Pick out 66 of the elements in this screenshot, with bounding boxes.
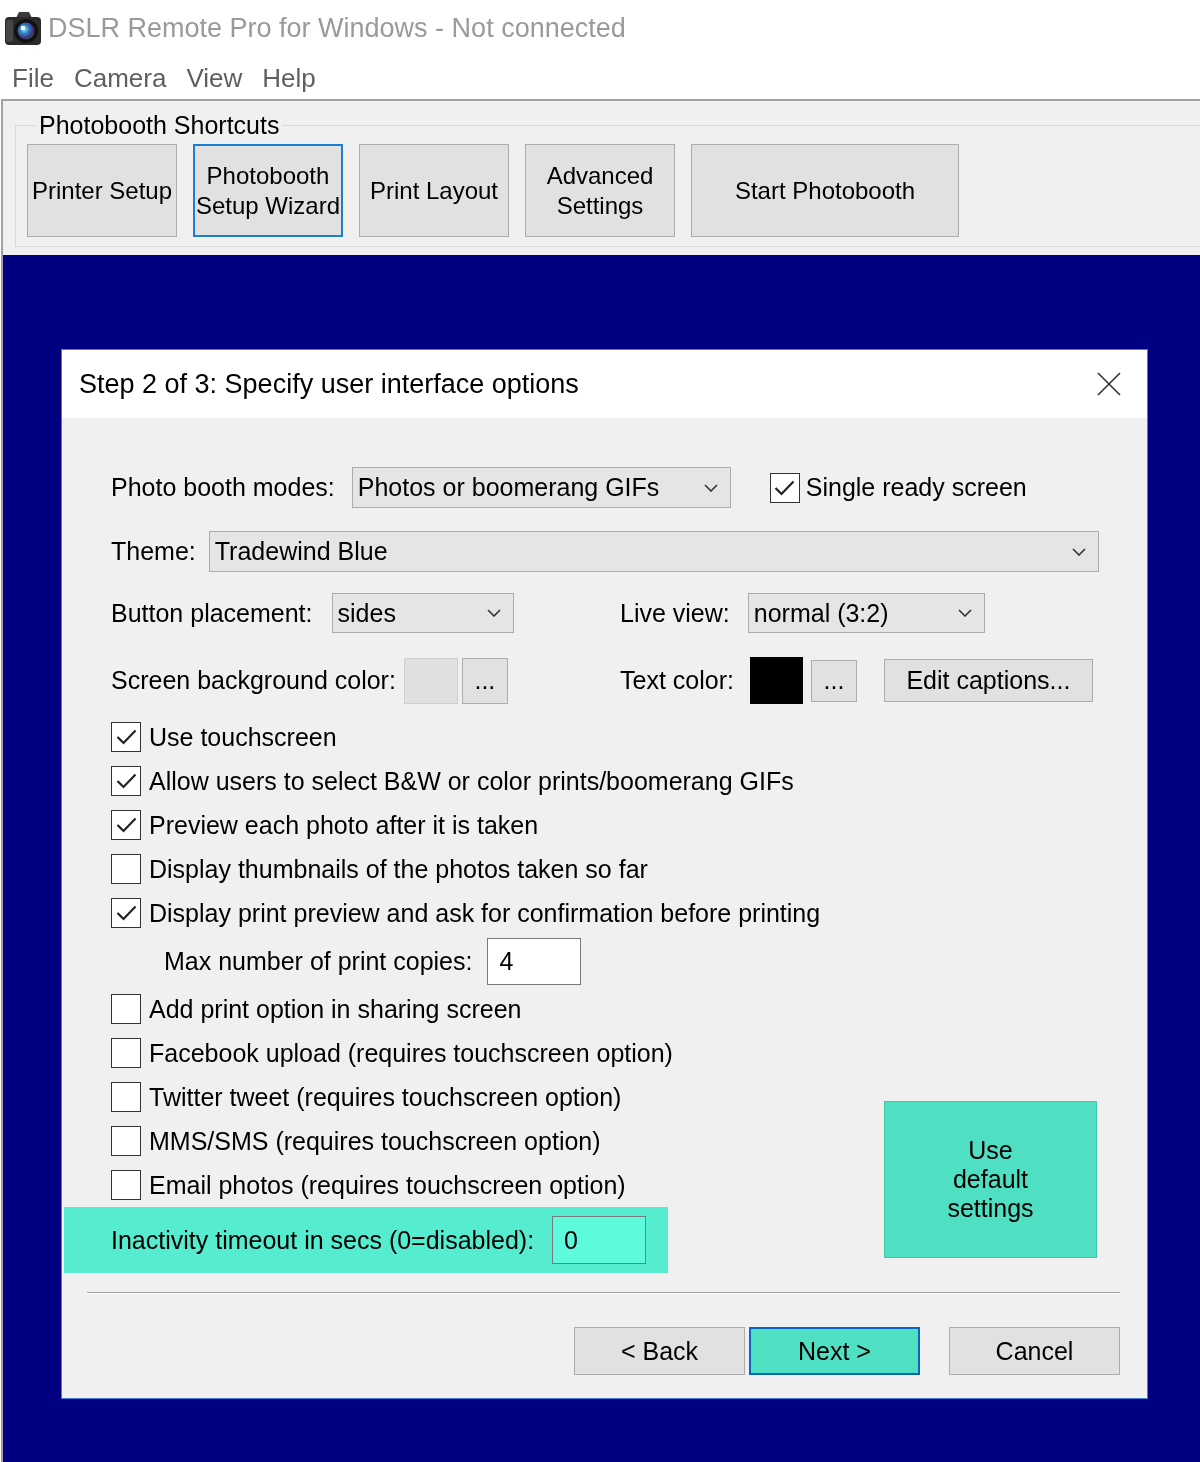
menu-item[interactable]: View: [176, 64, 253, 91]
shortcut-button[interactable]: Printer Setup: [27, 144, 177, 237]
checkbox[interactable]: [769, 472, 800, 503]
number-field[interactable]: 0: [552, 1216, 647, 1264]
edit-captions-button[interactable]: Edit captions...: [883, 659, 1093, 702]
menu-item[interactable]: Camera: [63, 64, 177, 91]
checkbox-label: Allow users to select B&W or color prints/boomerang GIFs: [149, 768, 794, 794]
field-label: Text color:: [620, 668, 734, 693]
checkbox-label: MMS/SMS (requires touchscreen option): [149, 1128, 601, 1154]
dialog-button[interactable]: Next >: [749, 1327, 920, 1375]
chevron-icon: [703, 483, 718, 492]
chevron-icon: [486, 609, 501, 617]
checkbox-label: Email photos (requires touchscreen option): [149, 1172, 626, 1198]
check-icon: [115, 729, 137, 745]
menu-item[interactable]: File: [2, 64, 64, 91]
close-icon[interactable]: [1097, 372, 1121, 396]
default-settings-button[interactable]: Use default settings: [884, 1101, 1097, 1258]
checkbox-label: Display thumbnails of the photos taken so far: [149, 856, 648, 882]
field-label: Screen background color:: [111, 668, 396, 693]
field-label: Photo booth modes:: [111, 475, 335, 500]
checkbox[interactable]: [111, 722, 141, 752]
field-label: Max number of print copies:: [164, 948, 473, 974]
checkbox[interactable]: [111, 1126, 141, 1156]
checkbox-label: Single ready screen: [805, 475, 1027, 500]
field-label: Inactivity timeout in secs (0=disabled):: [111, 1227, 535, 1253]
checkbox-label: Display print preview and ask for confirmation before printing: [149, 900, 821, 926]
chevron-icon: [957, 609, 972, 617]
field-label: Live view:: [620, 600, 730, 626]
window-title: DSLR Remote Pro for Windows - Not connected: [48, 14, 626, 42]
dropdown[interactable]: normal (3:2): [747, 593, 985, 633]
browse-button[interactable]: ...: [461, 657, 508, 704]
checkbox[interactable]: [111, 994, 141, 1024]
dialog-title: Step 2 of 3: Specify user interface options: [79, 370, 579, 398]
check-icon: [774, 479, 796, 496]
checkbox[interactable]: [111, 854, 141, 884]
dialog-button[interactable]: Cancel: [949, 1327, 1120, 1375]
checkbox-label: Preview each photo after it is taken: [149, 812, 539, 838]
field-label: Theme:: [111, 539, 196, 564]
shortcut-button[interactable]: Photobooth Setup Wizard: [193, 144, 343, 237]
checkbox[interactable]: [111, 766, 141, 796]
checkbox-label: Use touchscreen: [149, 724, 337, 750]
checkbox[interactable]: [111, 1170, 141, 1200]
dropdown[interactable]: Tradewind Blue: [208, 531, 1099, 572]
number-field[interactable]: 4: [487, 937, 582, 985]
check-icon: [115, 773, 137, 789]
checkbox[interactable]: [111, 1082, 141, 1112]
group-label: Photobooth Shortcuts: [38, 113, 281, 138]
shortcut-button[interactable]: Advanced Settings: [525, 144, 675, 237]
dropdown[interactable]: sides: [331, 593, 514, 633]
checkbox-label: Add print option in sharing screen: [149, 996, 522, 1022]
check-icon: [115, 905, 137, 921]
checkbox[interactable]: [111, 1038, 141, 1068]
dropdown[interactable]: Photos or boomerang GIFs: [351, 467, 731, 508]
menu-item[interactable]: Help: [252, 64, 326, 91]
field-label: Button placement:: [111, 600, 313, 626]
checkbox-label: Twitter tweet (requires touchscreen option): [149, 1084, 622, 1110]
checkbox[interactable]: [111, 810, 141, 840]
checkbox-label: Facebook upload (requires touchscreen option): [149, 1040, 673, 1066]
browse-button[interactable]: ...: [810, 659, 857, 702]
shortcut-button[interactable]: Print Layout: [359, 144, 509, 237]
check-icon: [115, 817, 137, 833]
dialog-button[interactable]: < Back: [574, 1327, 745, 1375]
shortcut-button[interactable]: Start Photobooth: [691, 144, 959, 237]
camera-icon: [5, 11, 41, 45]
checkbox[interactable]: [111, 898, 141, 928]
chevron-icon: [1071, 547, 1086, 556]
